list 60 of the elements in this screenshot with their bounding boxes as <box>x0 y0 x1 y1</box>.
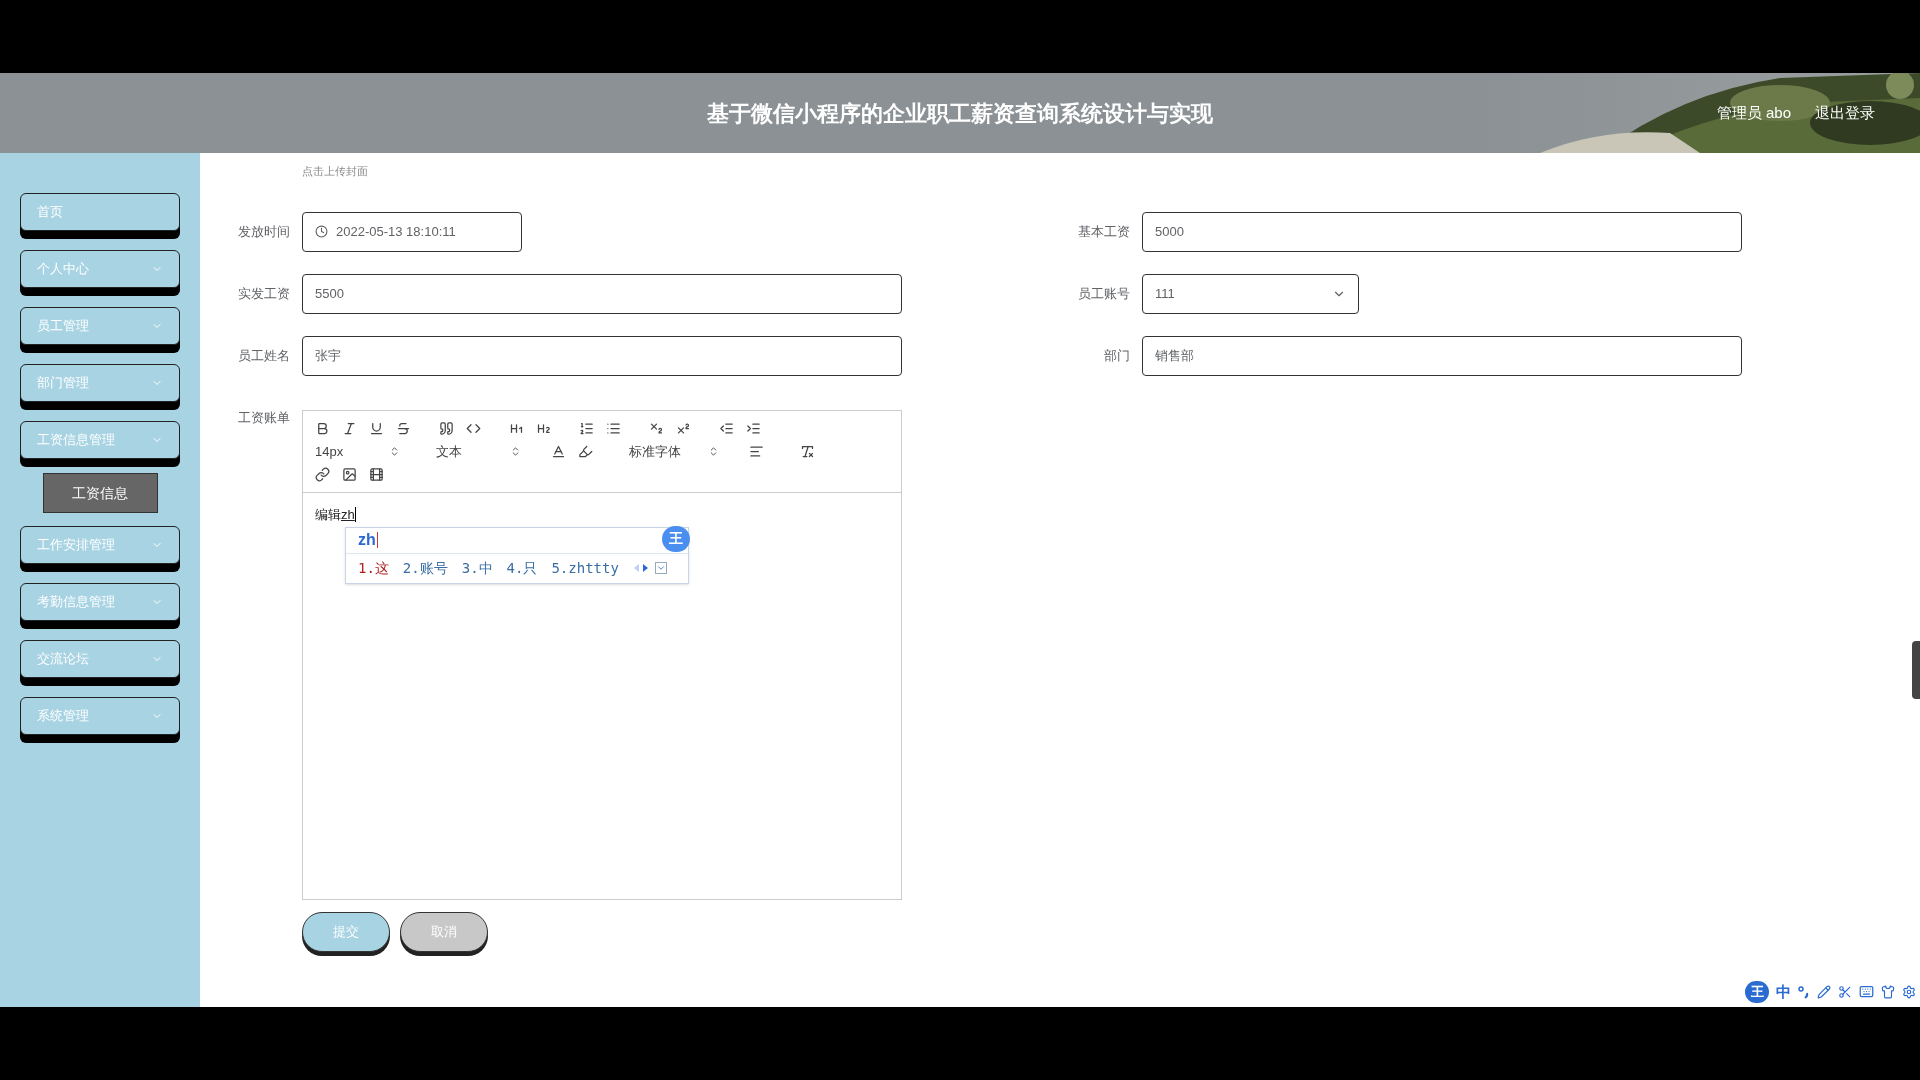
text-field[interactable]: 销售部 <box>1142 335 1742 376</box>
block-format-select[interactable]: 文本 <box>436 441 521 461</box>
settings-icon[interactable] <box>1902 984 1916 999</box>
highlight-icon[interactable] <box>578 443 593 459</box>
ordered-list-icon[interactable] <box>579 420 594 436</box>
clear-format-icon[interactable] <box>800 443 815 459</box>
up-down-icon <box>510 445 521 457</box>
film-icon[interactable] <box>369 467 384 482</box>
underline-icon[interactable] <box>369 420 384 436</box>
text-field[interactable]: 5500 <box>302 273 902 314</box>
text-field[interactable]: 张宇 <box>302 335 902 376</box>
up-down-icon <box>708 445 719 457</box>
ime-logo[interactable]: 王 <box>1745 980 1769 1003</box>
ime-candidate[interactable]: 3.中 <box>461 557 493 579</box>
ime-input-text: zh <box>358 532 378 549</box>
font-size-select[interactable]: 14px <box>315 441 400 461</box>
strikethrough-icon[interactable] <box>396 420 411 436</box>
account-select[interactable]: 111 <box>1142 273 1359 314</box>
page-title: 基于微信小程序的企业职工薪资查询系统设计与实现 <box>707 99 1213 128</box>
field-label: 基本工资 <box>1077 222 1131 241</box>
superscript-icon[interactable] <box>676 420 691 436</box>
field-label: 员工姓名 <box>237 346 291 365</box>
scissors-icon[interactable] <box>1838 984 1852 999</box>
image-icon[interactable] <box>342 467 357 482</box>
field-label: 工资账单 <box>237 408 291 427</box>
ime-candidate[interactable]: 5.zhttty <box>551 557 619 579</box>
outdent-icon[interactable] <box>719 420 734 436</box>
upload-cover-hint: 点击上传封面 <box>302 164 369 179</box>
indent-icon[interactable] <box>746 420 761 436</box>
shirt-icon[interactable] <box>1881 984 1895 999</box>
text-color-icon[interactable] <box>551 443 566 459</box>
pencil-icon[interactable] <box>1817 984 1831 999</box>
ime-candidate[interactable]: 4.只 <box>506 557 538 579</box>
field-label: 部门 <box>1103 346 1131 365</box>
ime-candidate[interactable]: 2.账号 <box>402 557 448 579</box>
submenu-item[interactable]: 工资信息 <box>42 473 158 513</box>
subscript-icon[interactable] <box>649 420 664 436</box>
page-arrows-icon[interactable] <box>632 563 649 574</box>
date-time-field[interactable]: 2022-05-13 18:10:11 <box>302 211 522 252</box>
quote-icon[interactable] <box>439 420 454 436</box>
admin-username: 管理员 abo <box>1716 102 1791 123</box>
input-mode-toggle[interactable]: 中 <box>1776 980 1791 1003</box>
bullet-list-icon[interactable] <box>606 420 621 436</box>
bold-icon[interactable] <box>315 420 330 436</box>
field-label: 发放时间 <box>237 222 291 241</box>
keyboard-icon[interactable] <box>1859 984 1874 1000</box>
scroll-handle[interactable] <box>1912 641 1920 699</box>
up-down-icon <box>389 445 400 457</box>
ime-candidate[interactable]: 1.这 <box>358 557 389 579</box>
font-family-select[interactable]: 标准字体 <box>629 441 719 461</box>
align-left-icon[interactable] <box>749 443 764 459</box>
editor-text[interactable]: 编辑zh <box>315 507 356 522</box>
ime-logo: 王 <box>662 525 690 552</box>
link-icon[interactable] <box>315 467 330 482</box>
punctuation-icon[interactable] <box>1798 984 1810 999</box>
clock-icon <box>315 225 328 238</box>
italic-icon[interactable] <box>342 420 357 436</box>
text-field[interactable]: 5000 <box>1142 211 1742 252</box>
field-label: 实发工资 <box>237 284 291 303</box>
field-label: 员工账号 <box>1077 284 1131 303</box>
